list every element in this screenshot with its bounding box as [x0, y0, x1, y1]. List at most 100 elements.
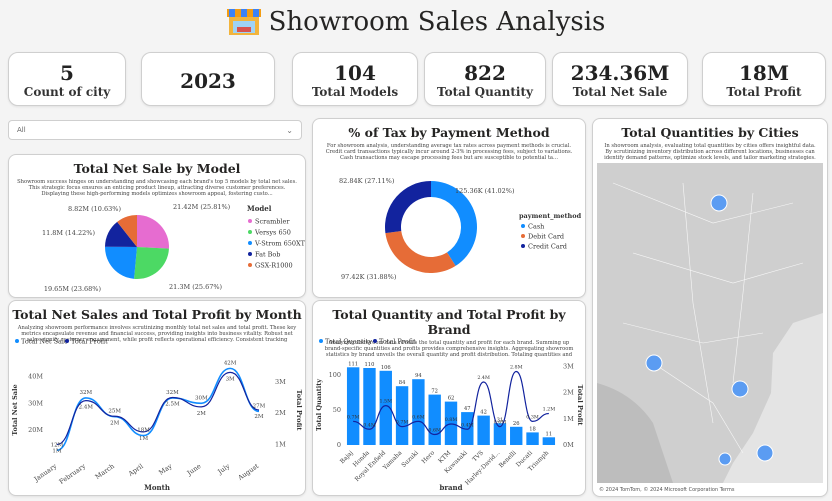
donut-chart-card: % of Tax by Payment Method For showroom …	[312, 118, 586, 298]
profit-data-label: 1M	[52, 448, 61, 454]
donut-data-label: 125.36K (41.02%)	[455, 187, 515, 195]
month-legend-marker	[15, 339, 19, 343]
profit-data-label: 0.6M	[494, 420, 507, 426]
quantity-bar	[346, 367, 360, 445]
quantity-data-label: 26	[513, 421, 520, 427]
month-x-tick: March	[94, 462, 116, 481]
profit-data-label: 0.6M	[412, 414, 425, 420]
month-y2-tick: 2M	[275, 409, 286, 417]
pie-data-label: 21.42M (25.81%)	[173, 203, 231, 211]
pie-legend-label: Scrambler	[255, 218, 290, 226]
profit-data-label: 0.3M	[526, 414, 539, 420]
quantity-data-label: 110	[365, 362, 375, 368]
net-sale-data-label: 27M	[253, 403, 266, 409]
brand-y2-tick: 2M	[563, 389, 574, 397]
dashboard-title: Showroom Sales Analysis	[268, 7, 606, 37]
quantity-bar	[510, 426, 523, 445]
chevron-down-icon: ⌄	[286, 125, 293, 135]
net-sale-data-label: 25M	[108, 409, 121, 415]
pie-legend-marker	[248, 241, 252, 245]
month-x-tick: August	[236, 462, 261, 483]
brand-legend-marker	[373, 339, 377, 343]
profit-data-label: 0.7M	[396, 420, 409, 426]
pie-legend-label: V-Strom 650XT	[254, 240, 305, 248]
brand-legend-marker	[319, 339, 323, 343]
month-x-tick: January	[32, 462, 59, 484]
quantity-bar	[526, 432, 539, 445]
map-description: In showroom analysis, evaluating total q…	[604, 143, 816, 162]
map-title: Total Quantities by Cities	[621, 125, 799, 140]
kpi-value: 104	[334, 61, 376, 85]
quantity-bar	[542, 437, 556, 445]
donut-legend-marker	[521, 244, 525, 248]
profit-data-label: 0.6M	[428, 428, 441, 434]
dashboard-header: Showroom Sales Analysis	[0, 0, 832, 44]
brand-y2-tick: 0M	[563, 441, 574, 449]
month-y-tick: 40M	[28, 372, 43, 380]
city-bubble[interactable]	[718, 452, 732, 466]
profit-data-label: 2.5M	[165, 401, 180, 407]
brand-y2-tick: 1M	[563, 415, 574, 423]
pie-slice	[104, 246, 137, 279]
quantity-data-label: 42	[480, 410, 487, 416]
kpi-label: Total Net Sale	[572, 85, 668, 99]
kpi-count-of-city: 5 Count of city	[8, 52, 126, 106]
brand-y-tick: 50	[333, 406, 341, 414]
kpi-year: 2023	[141, 52, 275, 106]
city-bubble[interactable]	[645, 354, 663, 372]
profit-data-label: 2.4M	[79, 405, 94, 411]
month-x-tick: February	[58, 462, 88, 486]
pie-legend-marker	[248, 219, 252, 223]
pie-slice	[134, 247, 169, 279]
donut-legend-label: Debit Card	[528, 233, 564, 241]
net-sale-data-label: 18M	[137, 428, 150, 434]
kpi-value: 18M	[739, 61, 789, 85]
net-sale-data-label: 30M	[195, 395, 208, 401]
city-slicer-dropdown[interactable]: All ⌄	[8, 120, 302, 140]
city-bubble[interactable]	[731, 380, 749, 398]
slicer-value: All	[17, 126, 26, 134]
kpi-value: 822	[464, 61, 506, 85]
brand-x-tick: Benelli	[498, 449, 518, 469]
donut-slice	[385, 230, 456, 273]
brand-x-tick: Suzuki	[400, 449, 420, 469]
month-x-tick: July	[216, 462, 232, 477]
month-y2-tick: 3M	[275, 378, 286, 386]
brand-chart: Total Quantity Total Profit 100 50 0 3M 2M 1M 0M…	[315, 338, 584, 493]
quantity-data-label: 84	[399, 380, 406, 386]
pie-data-label: 11.8M (14.22%)	[42, 229, 96, 237]
quantity-bar	[395, 386, 409, 445]
donut-legend-marker	[521, 234, 525, 238]
profit-data-label: 2M	[110, 420, 119, 426]
pie-legend-marker	[248, 263, 252, 267]
profit-data-label: 3M	[226, 376, 235, 382]
donut-chart-title: % of Tax by Payment Method	[348, 125, 550, 140]
donut-slice	[385, 181, 431, 234]
pie-legend-title: Model	[247, 204, 272, 213]
month-x-tick: April	[126, 462, 145, 478]
pie-legend-label: GSX-R1000	[255, 262, 293, 270]
city-bubble[interactable]	[710, 194, 728, 212]
pie-slice	[137, 215, 169, 249]
month-legend-marker	[65, 339, 69, 343]
map-canvas[interactable]	[593, 163, 827, 485]
donut-legend-title: payment_method	[519, 212, 582, 220]
brand-legend-label: Total Profit	[379, 338, 416, 346]
pie-chart: 21.42M (25.81%) 21.3M (25.67%) 19.65M (23.…	[42, 203, 305, 293]
month-x-tick: May	[157, 462, 173, 477]
kpi-total-quantity: 822 Total Quantity	[424, 52, 546, 106]
profit-data-label: 1M	[139, 436, 148, 442]
net-sale-data-label: 32M	[80, 390, 93, 396]
month-legend-label: Total Net Sale	[21, 338, 68, 346]
quantity-bar	[444, 401, 458, 445]
city-bubble[interactable]	[756, 444, 774, 462]
pie-data-label: 19.65M (23.68%)	[44, 285, 102, 293]
kpi-value: 5	[60, 61, 74, 85]
brand-y-tick: 0	[337, 441, 341, 449]
net-sale-data-label: 32M	[166, 390, 179, 396]
brand-x-tick: Hero	[420, 449, 436, 465]
quantity-bar	[477, 415, 490, 445]
pie-legend-label: Versys 650	[254, 229, 291, 237]
donut-legend-label: Credit Card	[528, 243, 567, 251]
showroom-icon	[226, 9, 261, 35]
